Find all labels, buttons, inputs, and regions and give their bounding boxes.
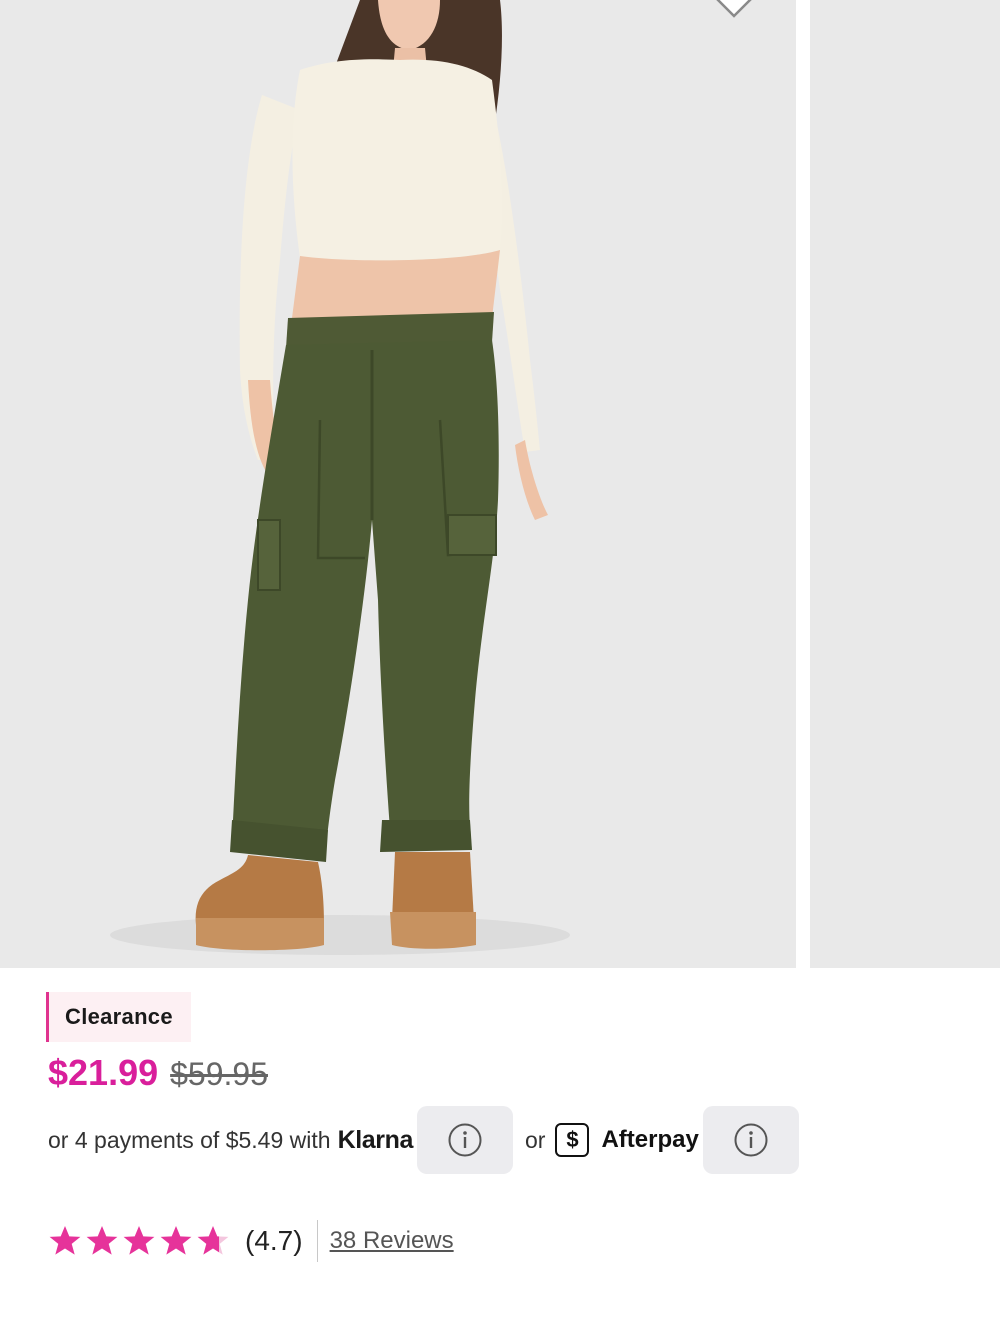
afterpay-dollar-icon: $ [555,1123,590,1157]
product-page: Clearance $21.99 $59.95 or 4 payments of… [0,0,1000,1333]
model-in-cargo-pants-image [0,0,796,968]
clearance-badge-label: Clearance [65,1004,173,1029]
afterpay-logo: $ Afterpay [555,1123,699,1157]
price-block: $21.99 $59.95 [48,1052,268,1100]
star-icon [123,1226,155,1255]
clearance-badge: Clearance [46,992,191,1042]
original-price: $59.95 [170,1056,268,1092]
star-icon [49,1226,81,1255]
rating-score: (4.7) [245,1225,303,1256]
installment-payments-row: or 4 payments of $5.49 with Klarna or $ … [48,1105,799,1175]
klarna-installment-text: or 4 payments of $5.49 with [48,1126,331,1153]
sale-price: $21.99 [48,1052,159,1093]
star-rating [48,1224,233,1258]
klarna-info-button[interactable] [416,1106,513,1174]
product-image-main[interactable] [0,0,796,968]
star-icon [86,1226,118,1255]
info-icon [448,1123,482,1157]
wishlist-heart-button[interactable] [706,0,762,18]
afterpay-brand-text: Afterpay [601,1126,699,1153]
info-icon [734,1123,768,1157]
star-icon [197,1226,229,1255]
reviews-link[interactable]: 38 Reviews [330,1227,454,1255]
product-image-carousel[interactable] [0,0,1000,968]
or-separator: or [524,1126,546,1153]
afterpay-info-button[interactable] [702,1106,799,1174]
rating-divider [316,1220,318,1262]
next-image-preview [810,0,1000,968]
star-icon [160,1226,192,1255]
rating-row: (4.7) 38 Reviews [48,1218,454,1264]
klarna-logo: Klarna [337,1125,414,1154]
heart-icon [716,0,752,18]
product-image-next-peek[interactable] [810,0,1000,968]
